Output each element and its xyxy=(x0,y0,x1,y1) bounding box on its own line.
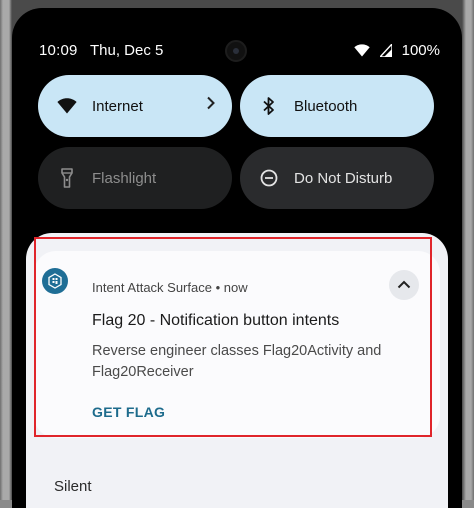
cell-signal-icon xyxy=(379,44,392,57)
phone-screen: 10:09 Thu, Dec 5 100% Internet Bluetooth… xyxy=(12,8,462,508)
wifi-icon xyxy=(56,95,78,117)
chevron-right-icon xyxy=(206,96,216,114)
status-date: Thu, Dec 5 xyxy=(90,42,164,59)
do-not-disturb-tile-label: Do Not Disturb xyxy=(294,169,393,187)
do-not-disturb-tile[interactable]: Do Not Disturb xyxy=(240,147,434,209)
status-bar: 10:09 Thu, Dec 5 100% xyxy=(12,8,462,62)
internet-tile-label: Internet xyxy=(92,97,143,115)
internet-tile[interactable]: Internet xyxy=(38,75,232,137)
status-time: 10:09 xyxy=(39,42,78,59)
silent-section-label: Silent xyxy=(54,478,92,495)
battery-level: 100% xyxy=(401,42,440,59)
do-not-disturb-icon xyxy=(258,167,280,189)
status-icons: 100% xyxy=(353,42,440,59)
bluetooth-tile[interactable]: Bluetooth xyxy=(240,75,434,137)
flashlight-tile[interactable]: Flashlight xyxy=(38,147,232,209)
front-camera xyxy=(225,40,247,62)
phone-frame: 10:09 Thu, Dec 5 100% Internet Bluetooth… xyxy=(0,0,474,508)
bluetooth-icon xyxy=(258,95,280,117)
highlight-box xyxy=(34,237,432,437)
flashlight-icon xyxy=(56,167,78,189)
bluetooth-tile-label: Bluetooth xyxy=(294,97,358,115)
wifi-icon xyxy=(353,44,370,57)
flashlight-tile-label: Flashlight xyxy=(92,169,157,187)
